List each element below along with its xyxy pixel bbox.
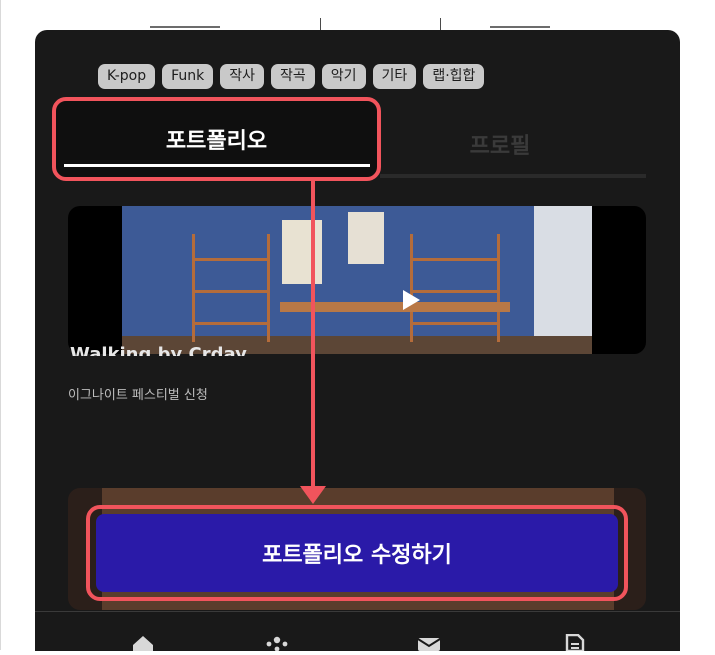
play-icon[interactable]	[398, 288, 422, 312]
genre-tag[interactable]: 작곡	[271, 64, 315, 89]
card-subtitle: 이그나이트 페스티벌 신청	[68, 388, 208, 403]
genre-tag-list: K-pop Funk 작사 작곡 악기 기타 랩·힙합	[98, 64, 485, 90]
header-divider-2	[440, 18, 441, 30]
bottom-nav	[35, 611, 680, 653]
card-title: Walking by Crday	[70, 344, 247, 356]
genre-tag[interactable]: 작사	[220, 64, 265, 89]
annotation-arrowhead	[300, 486, 326, 504]
page-left-border	[0, 0, 1, 650]
mail-icon[interactable]	[417, 634, 441, 651]
genre-tag[interactable]: 기타	[372, 64, 417, 89]
genre-tag[interactable]: 악기	[321, 64, 366, 89]
edit-portfolio-button[interactable]: 포트폴리오 수정하기	[96, 514, 618, 592]
tab-divider-line	[380, 174, 646, 178]
portfolio-video-card[interactable]	[68, 206, 646, 354]
header-cut-right	[490, 22, 560, 30]
genre-tag[interactable]: 랩·힙합	[423, 64, 485, 89]
active-tab-indicator	[64, 164, 370, 167]
genre-tag[interactable]: Funk	[162, 64, 214, 89]
home-icon[interactable]	[131, 634, 155, 651]
community-icon[interactable]	[265, 634, 289, 652]
video-thumbnail	[122, 206, 592, 354]
annotation-arrow-line	[311, 181, 315, 491]
document-icon[interactable]	[563, 633, 587, 653]
tab-profile[interactable]: 프로필	[420, 128, 580, 160]
header-cut-left	[150, 22, 240, 30]
thumbnail-window	[534, 206, 592, 354]
genre-tag[interactable]: K-pop	[98, 64, 156, 89]
header-divider	[320, 18, 321, 30]
